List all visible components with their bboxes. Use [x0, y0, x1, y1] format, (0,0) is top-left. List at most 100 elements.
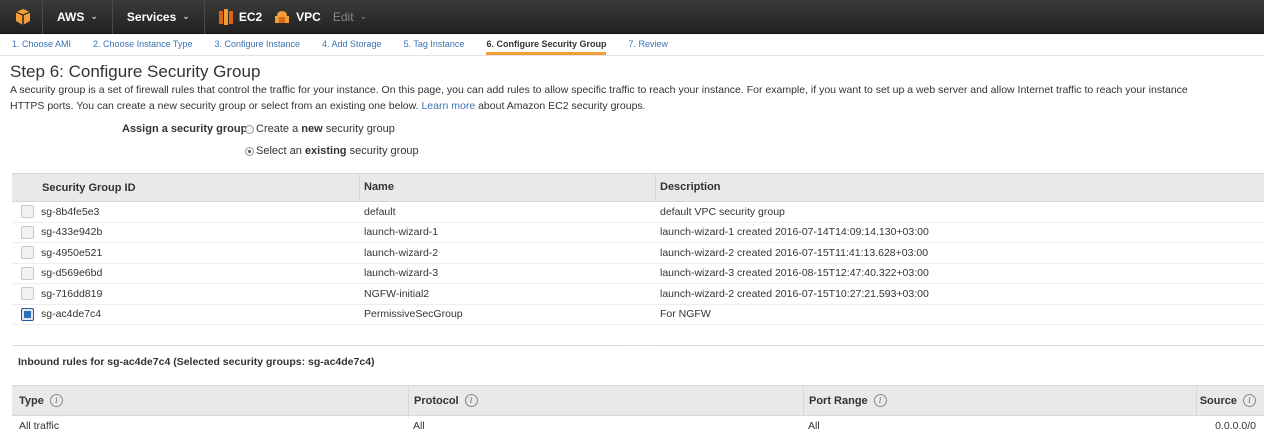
column-header-protocol-label: Protocol [414, 394, 459, 407]
table-row-selected[interactable]: sg-ac4de7c4 PermissiveSecGroup For NGFW [12, 305, 1264, 325]
radio-label-suffix: security group [349, 145, 419, 157]
rule-type: All traffic [19, 420, 60, 432]
rule-protocol: All [413, 420, 425, 432]
wizard-steps: 1. Choose AMI 2. Choose Instance Type 3.… [0, 34, 1264, 56]
services-menu-label: Services [126, 9, 177, 24]
table-row[interactable]: sg-8b4fe5e3 default default VPC security… [12, 202, 1264, 223]
table-header: Type i Protocol i Port Range i Source i [12, 385, 1264, 416]
tab-configure-security-group[interactable]: 6. Configure Security Group [486, 39, 607, 55]
row-checkbox[interactable] [21, 287, 34, 301]
vpc-shortcut[interactable]: VPC [268, 10, 327, 24]
aws-menu[interactable]: AWS ⌄ [51, 10, 104, 24]
column-header-port-range-label: Port Range [809, 394, 868, 407]
nav-separator [111, 0, 113, 34]
services-menu[interactable]: Services ⌄ [121, 10, 196, 24]
security-group-description: launch-wizard-2 created 2016-07-15T11:41… [660, 246, 929, 259]
info-icon[interactable]: i [873, 394, 887, 407]
table-row: All traffic All All 0.0.0.0/0 [12, 416, 1264, 436]
table-row[interactable]: sg-716dd819 NGFW-initial2 launch-wizard-… [12, 284, 1264, 305]
radio-label-bold: new [301, 123, 323, 135]
description-line-2: HTTPS ports. You can create a new securi… [10, 98, 1264, 114]
edit-menu-label: Edit [332, 9, 354, 24]
column-header-protocol: Protocol i [408, 385, 803, 416]
page-description: A security group is a set of firewall ru… [10, 82, 1264, 114]
ec2-icon [218, 8, 233, 25]
security-group-id: sg-8b4fe5e3 [41, 205, 100, 218]
inbound-rules-table: Type i Protocol i Port Range i Source i All … [12, 385, 1264, 436]
radio-create-new-group[interactable]: Create a new security group [245, 123, 395, 135]
table-row[interactable]: sg-4950e521 launch-wizard-2 launch-wizar… [12, 243, 1264, 264]
security-group-description: launch-wizard-1 created 2016-07-14T14:09… [660, 226, 929, 239]
column-header-security-group-id[interactable]: Security Group ID [12, 182, 359, 194]
row-checkbox[interactable] [21, 205, 34, 219]
radio-button-selected[interactable] [245, 146, 254, 156]
security-group-description: launch-wizard-2 created 2016-07-15T10:27… [660, 287, 929, 300]
chevron-down-icon: ⌄ [359, 11, 368, 21]
tab-add-storage[interactable]: 4. Add Storage [322, 39, 382, 55]
description-text-end: about Amazon EC2 security groups. [478, 100, 646, 112]
security-group-id: sg-433e942b [41, 226, 103, 239]
radio-button[interactable] [245, 124, 254, 134]
security-group-name: default [364, 205, 396, 218]
vpc-icon [275, 10, 290, 23]
inbound-rules-title: Inbound rules for sg-ac4de7c4 (Selected … [18, 356, 375, 368]
radio-select-existing-group[interactable]: Select an existing security group [245, 145, 419, 157]
column-header-type: Type i [12, 394, 408, 407]
row-checkbox[interactable] [21, 266, 34, 280]
aws-cube-icon[interactable] [12, 7, 34, 27]
aws-menu-label: AWS [57, 9, 85, 24]
top-navigation-bar: AWS ⌄ Services ⌄ EC2 VPC Edit ⌄ [0, 0, 1264, 34]
ec2-label: EC2 [238, 9, 263, 24]
column-header-type-label: Type [19, 394, 44, 407]
vpc-label: VPC [296, 9, 321, 24]
column-header-port-range: Port Range i [803, 385, 1196, 416]
table-row[interactable]: sg-433e942b launch-wizard-1 launch-wizar… [12, 223, 1264, 243]
table-header: Security Group ID Name Description [12, 173, 1264, 202]
tab-review[interactable]: 7. Review [628, 39, 668, 55]
tab-choose-instance-type[interactable]: 2. Choose Instance Type [93, 39, 192, 55]
row-checkbox-checked[interactable] [21, 307, 34, 321]
security-group-description: For NGFW [660, 308, 711, 321]
rule-source: 0.0.0.0/0 [1215, 420, 1256, 432]
description-text: HTTPS ports. You can create a new securi… [10, 100, 419, 112]
radio-label-prefix: Select an [256, 145, 302, 157]
tab-tag-instance[interactable]: 5. Tag Instance [404, 39, 465, 55]
tab-choose-ami[interactable]: 1. Choose AMI [12, 39, 71, 55]
edit-menu[interactable]: Edit ⌄ [327, 10, 373, 24]
row-checkbox[interactable] [21, 225, 34, 239]
security-group-id: sg-ac4de7c4 [41, 308, 102, 321]
security-group-description: default VPC security group [660, 205, 785, 218]
radio-label-bold: existing [304, 145, 347, 157]
ec2-shortcut[interactable]: EC2 [213, 8, 268, 25]
info-icon[interactable]: i [464, 394, 478, 407]
security-group-name: NGFW-initial2 [364, 287, 430, 300]
column-header-source: Source i [1196, 385, 1264, 416]
table-row[interactable]: sg-d569e6bd launch-wizard-3 launch-wizar… [12, 264, 1264, 284]
security-group-id: sg-d569e6bd [41, 267, 103, 280]
column-header-name[interactable]: Name [359, 173, 655, 202]
column-header-source-label: Source [1199, 394, 1237, 407]
chevron-down-icon: ⌄ [182, 11, 190, 21]
row-checkbox[interactable] [21, 246, 34, 260]
security-group-name: launch-wizard-1 [364, 226, 439, 239]
tab-configure-instance[interactable]: 3. Configure Instance [214, 39, 300, 55]
security-group-id: sg-716dd819 [41, 287, 103, 300]
nav-separator [42, 0, 43, 34]
resize-handle[interactable]: · · · · [630, 346, 652, 353]
security-group-description: launch-wizard-3 created 2016-08-15T12:47… [660, 267, 929, 280]
column-header-description[interactable]: Description [655, 173, 1264, 202]
info-icon[interactable]: i [49, 394, 63, 407]
security-group-table: Security Group ID Name Description sg-8b… [12, 173, 1264, 325]
description-line-1: A security group is a set of firewall ru… [10, 84, 1188, 96]
nav-separator [203, 0, 205, 34]
assign-security-group-label: Assign a security group: [122, 123, 251, 135]
radio-label-suffix: security group [325, 123, 395, 135]
rule-port-range: All [808, 420, 820, 432]
chevron-down-icon: ⌄ [90, 11, 98, 21]
security-group-name: launch-wizard-2 [364, 246, 439, 259]
security-group-name: PermissiveSecGroup [364, 308, 463, 321]
radio-label-prefix: Create a [256, 123, 299, 135]
learn-more-link[interactable]: Learn more [421, 100, 475, 112]
info-icon[interactable]: i [1243, 394, 1256, 407]
page-title: Step 6: Configure Security Group [10, 62, 261, 81]
